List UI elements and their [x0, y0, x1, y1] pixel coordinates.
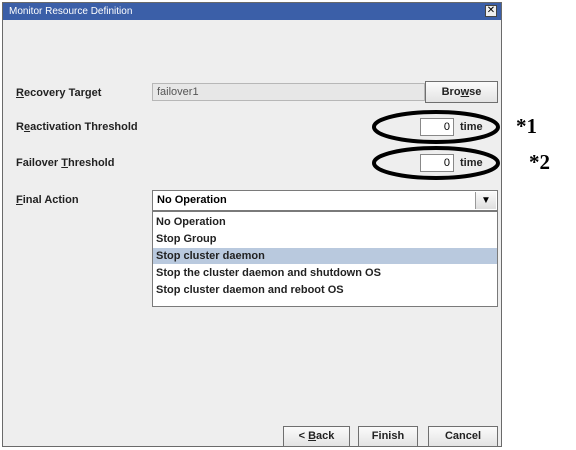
annotation-mark-2: *2 [529, 150, 550, 174]
annotation-ellipse-1 [372, 110, 500, 144]
annotation-overlay [372, 110, 500, 180]
annotation-ellipse-2 [372, 146, 500, 180]
annotation-mark-1: *1 [516, 114, 537, 138]
